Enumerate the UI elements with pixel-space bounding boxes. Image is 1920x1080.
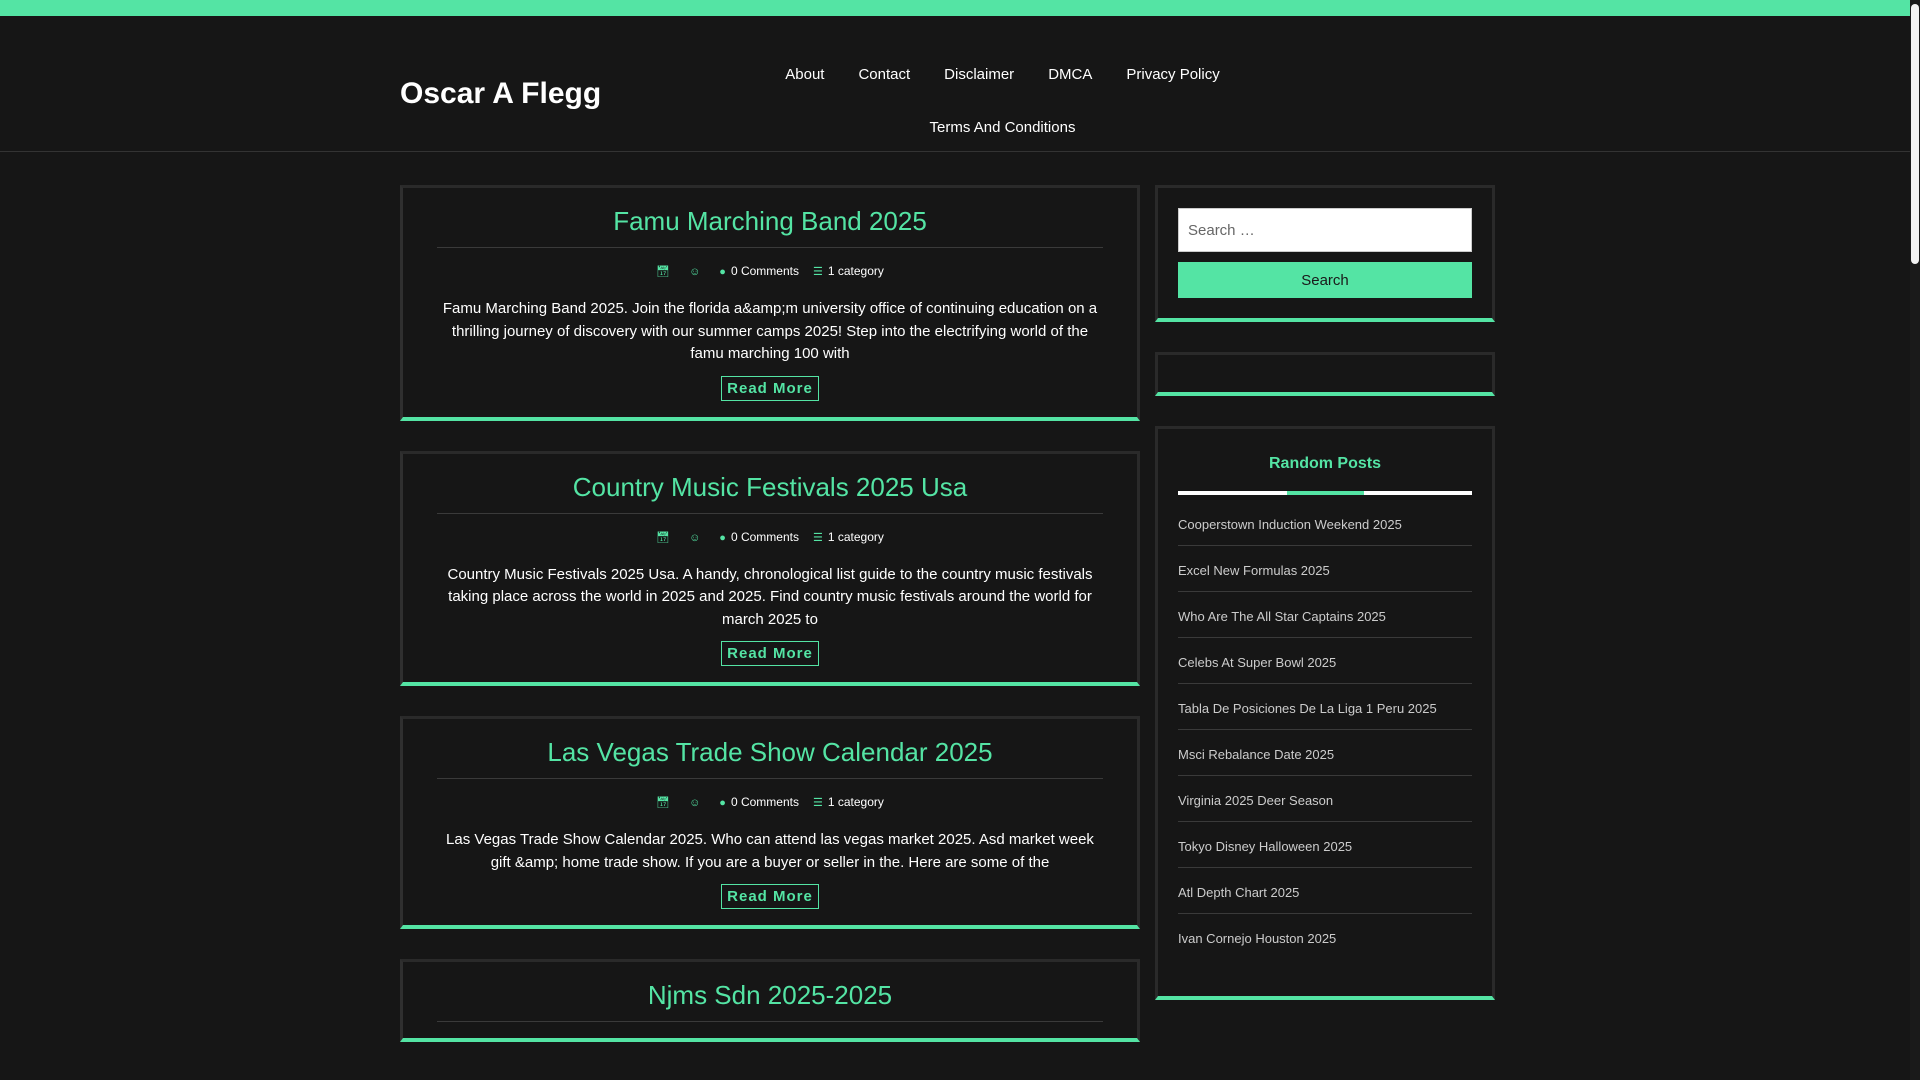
post-excerpt: Famu Marching Band 2025. Join the florid… bbox=[442, 300, 1098, 362]
post-category[interactable]: ☰ 1 category bbox=[813, 795, 884, 809]
top-accent-bar bbox=[0, 0, 1920, 16]
main-nav: About Contact Disclaimer DMCA Privacy Po… bbox=[740, 48, 1265, 154]
post-author[interactable]: ☺ bbox=[689, 264, 705, 278]
widget-title: Random Posts bbox=[1268, 455, 1381, 472]
random-post-link[interactable]: Cooperstown Induction Weekend 2025 bbox=[1178, 517, 1472, 546]
random-post-link[interactable]: Ivan Cornejo Houston 2025 bbox=[1178, 931, 1472, 959]
post-title[interactable]: Las Vegas Trade Show Calendar 2025 bbox=[437, 737, 1103, 779]
post-comments[interactable]: ● 0 Comments bbox=[719, 795, 799, 809]
user-icon: ☺ bbox=[689, 797, 701, 809]
nav-contact[interactable]: Contact bbox=[841, 48, 927, 101]
comments-icon: ● bbox=[719, 266, 726, 278]
post-meta: 📅︎ ☺ ● 0 Comments ☰ 1 category bbox=[437, 530, 1103, 544]
comments-icon: ● bbox=[719, 531, 726, 544]
random-post-link[interactable]: Tokyo Disney Halloween 2025 bbox=[1178, 839, 1472, 868]
sidebar: Search Random Posts Cooperstown Inductio… bbox=[1155, 185, 1495, 1030]
user-icon: ☺ bbox=[689, 266, 701, 278]
search-input[interactable] bbox=[1178, 208, 1472, 252]
post-title[interactable]: Njms Sdn 2025-2025 bbox=[437, 980, 1103, 1022]
comments-icon: ● bbox=[719, 797, 726, 809]
post-card: Njms Sdn 2025-2025 bbox=[400, 959, 1140, 1042]
nav-about[interactable]: About bbox=[768, 48, 841, 101]
nav-disclaimer[interactable]: Disclaimer bbox=[927, 48, 1031, 101]
calendar-icon: 📅︎ bbox=[656, 266, 671, 278]
empty-widget bbox=[1155, 352, 1495, 396]
post-author[interactable]: ☺ bbox=[689, 795, 705, 809]
list-icon: ☰ bbox=[812, 266, 823, 278]
user-icon: ☺ bbox=[689, 531, 701, 544]
nav-terms-and-conditions[interactable]: Terms And Conditions bbox=[913, 101, 1093, 154]
random-post-link[interactable]: Celebs At Super Bowl 2025 bbox=[1178, 655, 1472, 684]
post-title[interactable]: Country Music Festivals 2025 Usa bbox=[437, 472, 1103, 514]
random-posts-list: Cooperstown Induction Weekend 2025 Excel… bbox=[1178, 517, 1472, 959]
calendar-icon: 📅︎ bbox=[656, 531, 671, 544]
random-post-link[interactable]: Tabla De Posiciones De La Liga 1 Peru 20… bbox=[1178, 701, 1472, 730]
search-widget: Search bbox=[1155, 185, 1495, 322]
post-excerpt: Las Vegas Trade Show Calendar 2025. Who … bbox=[446, 831, 1094, 871]
nav-dmca[interactable]: DMCA bbox=[1031, 48, 1109, 101]
random-post-link[interactable]: Virginia 2025 Deer Season bbox=[1178, 793, 1472, 822]
post-category[interactable]: ☰ 1 category bbox=[813, 264, 884, 278]
post-date[interactable]: 📅︎ bbox=[656, 264, 675, 278]
random-posts-widget: Random Posts Cooperstown Induction Weeke… bbox=[1155, 426, 1495, 1000]
read-more-button[interactable]: Read More bbox=[721, 884, 819, 909]
list-icon: ☰ bbox=[812, 531, 823, 544]
site-header: Oscar A Flegg About Contact Disclaimer D… bbox=[0, 16, 1920, 152]
post-card: Las Vegas Trade Show Calendar 2025 📅︎ ☺ … bbox=[400, 716, 1140, 929]
post-comments[interactable]: ● 0 Comments bbox=[719, 264, 799, 278]
divider-accent bbox=[1287, 491, 1364, 495]
post-title[interactable]: Famu Marching Band 2025 bbox=[437, 206, 1103, 248]
random-post-link[interactable]: Atl Depth Chart 2025 bbox=[1178, 885, 1472, 914]
post-category[interactable]: ☰ 1 category bbox=[813, 530, 884, 544]
search-button[interactable]: Search bbox=[1178, 262, 1472, 298]
random-post-link[interactable]: Who Are The All Star Captains 2025 bbox=[1178, 609, 1472, 638]
post-meta: 📅︎ ☺ ● 0 Comments ☰ 1 category bbox=[437, 795, 1103, 809]
post-date[interactable]: 📅︎ bbox=[656, 795, 675, 809]
read-more-button[interactable]: Read More bbox=[721, 375, 819, 401]
nav-privacy-policy[interactable]: Privacy Policy bbox=[1109, 48, 1236, 101]
random-post-link[interactable]: Excel New Formulas 2025 bbox=[1178, 563, 1472, 592]
post-card: Famu Marching Band 2025 📅︎ ☺ ● 0 Comments… bbox=[400, 185, 1140, 421]
post-author[interactable]: ☺ bbox=[689, 530, 705, 544]
site-title[interactable]: Oscar A Flegg bbox=[400, 77, 601, 111]
post-card: Country Music Festivals 2025 Usa 📅︎ ☺ ● 0… bbox=[400, 450, 1140, 686]
random-post-link[interactable]: Msci Rebalance Date 2025 bbox=[1178, 747, 1472, 776]
page-scrollbar[interactable] bbox=[1910, 0, 1920, 1080]
post-excerpt: Country Music Festivals 2025 Usa. A hand… bbox=[447, 565, 1093, 628]
post-meta: 📅︎ ☺ ● 0 Comments ☰ 1 category bbox=[437, 264, 1103, 278]
calendar-icon: 📅︎ bbox=[656, 797, 671, 809]
post-list: Famu Marching Band 2025 📅︎ ☺ ● 0 Comments… bbox=[400, 185, 1140, 1072]
scrollbar-thumb[interactable] bbox=[1911, 4, 1919, 264]
widget-title-divider bbox=[1178, 491, 1472, 495]
post-date[interactable]: 📅︎ bbox=[656, 530, 675, 544]
post-comments[interactable]: ● 0 Comments bbox=[719, 530, 799, 544]
list-icon: ☰ bbox=[812, 797, 823, 809]
read-more-button[interactable]: Read More bbox=[721, 641, 819, 666]
